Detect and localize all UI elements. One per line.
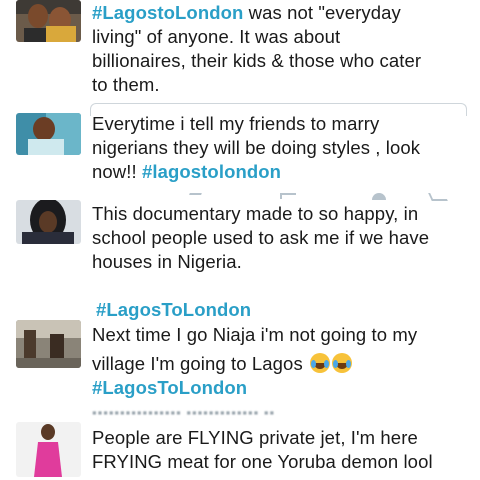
tweet-text: This documentary made to so happy, in sc… — [92, 203, 430, 272]
retweet-icon[interactable] — [280, 193, 296, 199]
hashtag-link[interactable]: #LagosToLondon — [96, 299, 251, 320]
avatar[interactable] — [16, 320, 81, 368]
hashtag-link[interactable]: #lagostolondon — [142, 161, 281, 182]
username-strip: ▪▪▪▪▪▪▪▪▪▪▪▪▪▪▪▪ ▪▪▪▪▪▪▪▪▪▪▪▪▪ ▪▪ — [92, 405, 276, 419]
tweet-text: #LagostoLondon was not "everyday living"… — [92, 2, 422, 95]
tweet-text: Next time I go Niaja i'm not going to my… — [92, 324, 418, 398]
joy-emoji-icon — [310, 353, 331, 373]
tweet-text: #LagosToLondon — [96, 298, 471, 322]
avatar[interactable] — [16, 0, 81, 42]
avatar[interactable] — [16, 113, 81, 155]
hashtag-link[interactable]: #LagostoLondon — [92, 2, 243, 23]
tweet-text: People are FLYING private jet, I'm here … — [92, 427, 433, 472]
tweet-text: Everytime i tell my friends to marry nig… — [92, 113, 421, 182]
like-icon[interactable] — [372, 193, 386, 200]
hashtag-link[interactable]: #LagosToLondon — [92, 377, 247, 398]
avatar[interactable] — [16, 422, 81, 477]
avatar[interactable] — [16, 200, 81, 244]
tweet-feed: #LagostoLondon was not "everyday living"… — [0, 0, 480, 480]
more-icon[interactable] — [428, 193, 448, 201]
joy-emoji-icon — [332, 353, 353, 373]
